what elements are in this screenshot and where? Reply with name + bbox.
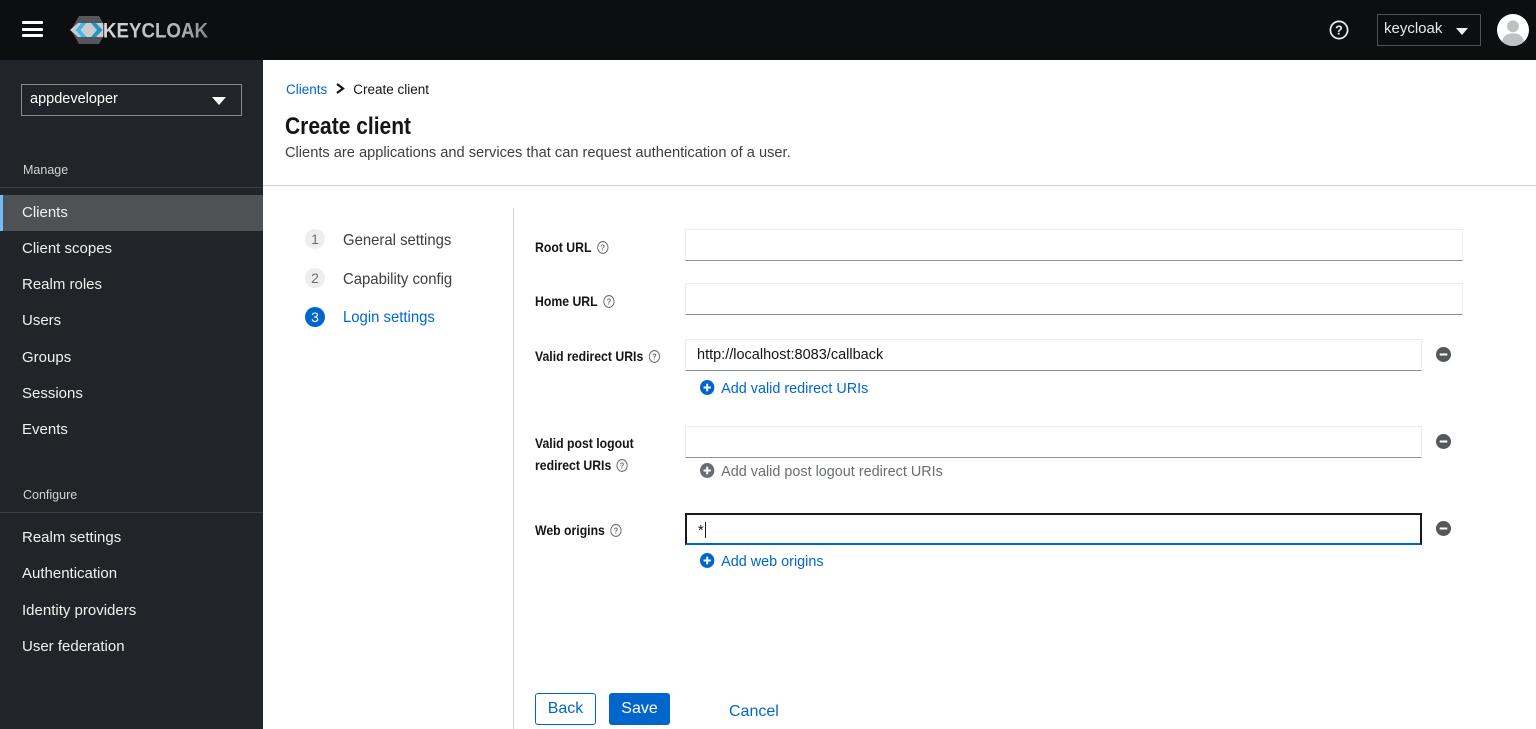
svg-text:?: ? bbox=[620, 461, 625, 471]
svg-text:?: ? bbox=[652, 352, 657, 362]
svg-text:?: ? bbox=[614, 526, 619, 536]
svg-text:?: ? bbox=[600, 243, 605, 253]
svg-text:KEYCLOAK: KEYCLOAK bbox=[103, 20, 208, 43]
svg-text:?: ? bbox=[1335, 23, 1343, 37]
svg-text:?: ? bbox=[606, 297, 611, 307]
